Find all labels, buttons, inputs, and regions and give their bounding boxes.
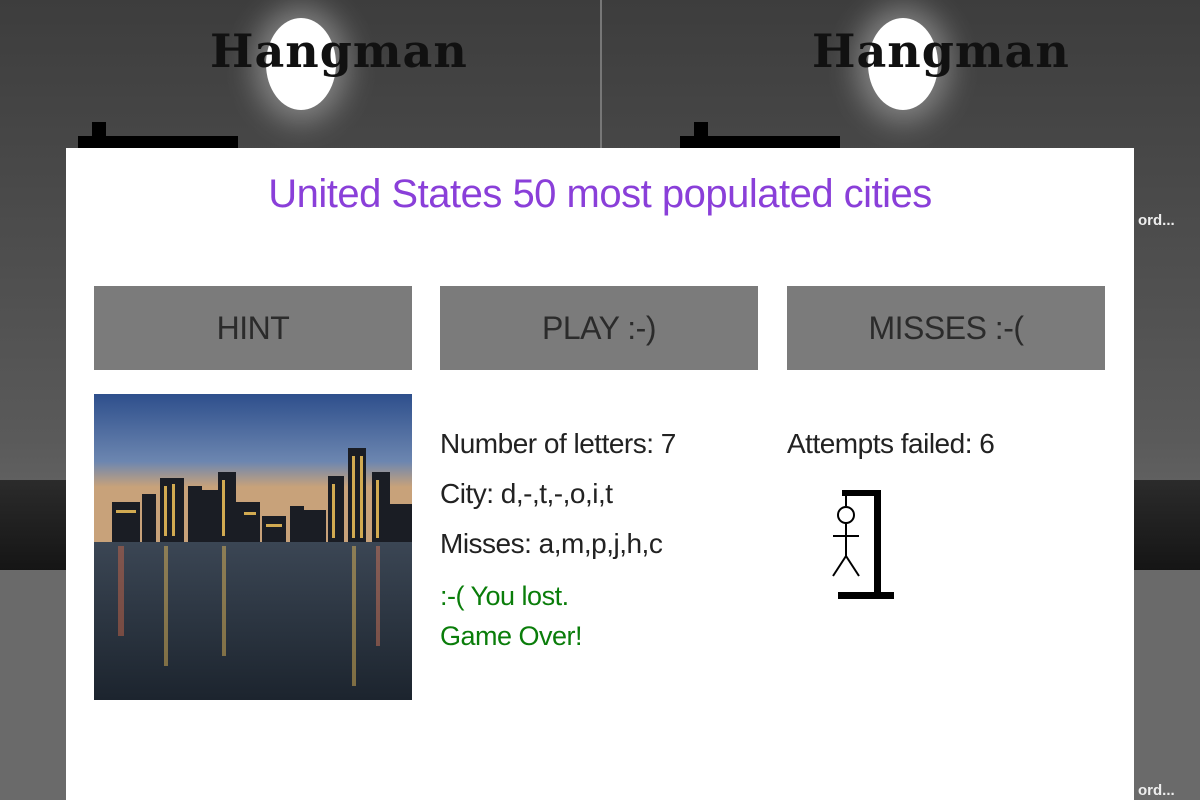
game-over-modal: United States 50 most populated cities H… bbox=[66, 148, 1134, 800]
gallows-post bbox=[92, 122, 106, 150]
hangman-logo: Hangman bbox=[210, 24, 468, 78]
lost-message: :-( You lost. bbox=[440, 581, 569, 611]
city-guess-text: City: d,-,t,-,o,i,t bbox=[440, 478, 613, 509]
background-word-text: ord... bbox=[1138, 212, 1175, 229]
misses-text: Misses: a,m,p,j,h,c bbox=[440, 528, 663, 559]
hint-button[interactable]: HINT bbox=[94, 286, 412, 370]
play-button[interactable]: PLAY :-) bbox=[440, 286, 758, 370]
hint-city-image bbox=[94, 394, 412, 700]
letter-count-text: Number of letters: 7 bbox=[440, 428, 676, 459]
background-word-text: ord... bbox=[1138, 782, 1175, 799]
hangman-logo: Hangman bbox=[812, 24, 1070, 78]
attempts-failed-text: Attempts failed: 6 bbox=[787, 428, 995, 459]
game-over-message: :-( You lost. Game Over! bbox=[440, 576, 583, 656]
misses-button[interactable]: MISSES :-( bbox=[787, 286, 1105, 370]
hangman-figure-icon bbox=[828, 488, 898, 603]
gallows-post bbox=[694, 122, 708, 150]
modal-title: United States 50 most populated cities bbox=[268, 172, 932, 216]
game-over-text: Game Over! bbox=[440, 621, 583, 651]
